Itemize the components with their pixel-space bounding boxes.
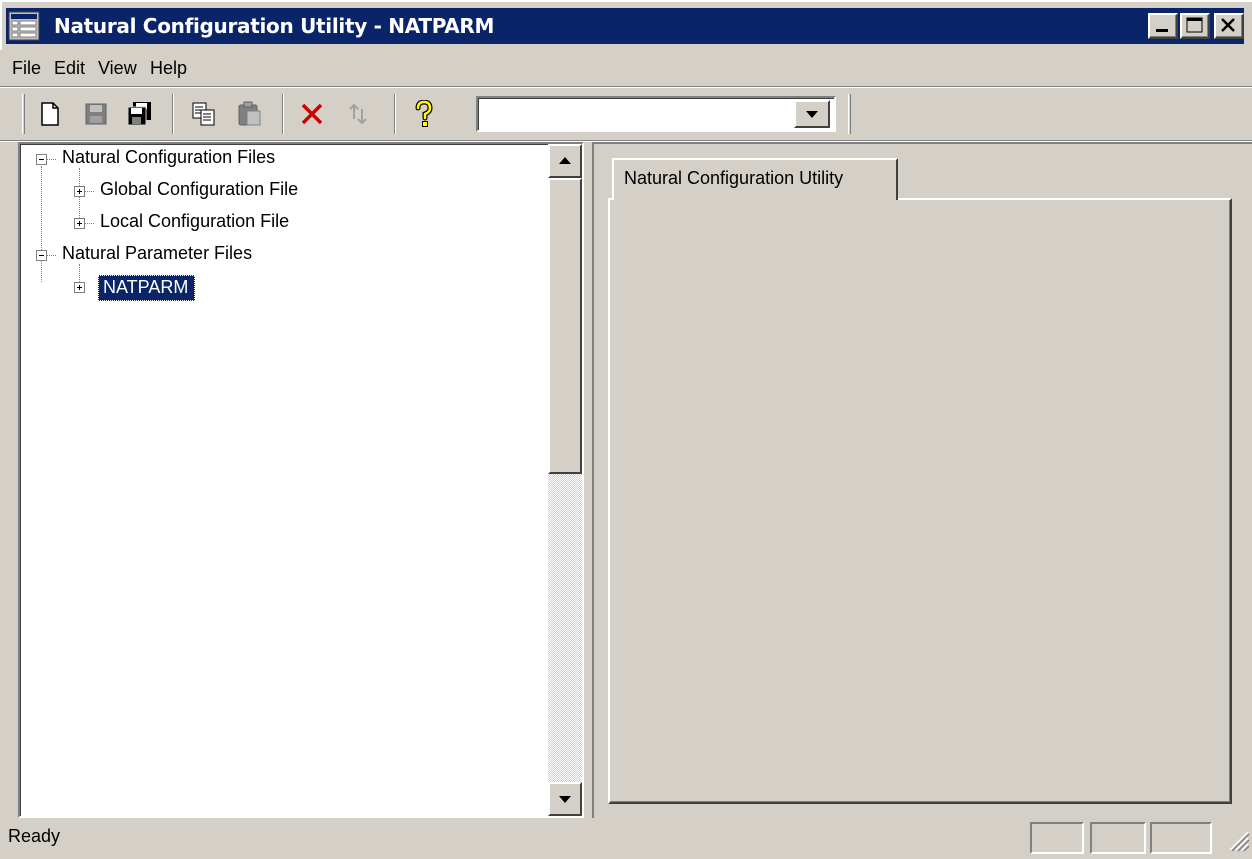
tree-node-natural-configuration-files[interactable]: Natural Configuration Files — [60, 147, 277, 168]
tab-content — [608, 198, 1232, 804]
collapse-toggle[interactable] — [36, 250, 47, 261]
tree-vertical-scrollbar[interactable] — [548, 144, 582, 816]
paste-button[interactable] — [232, 96, 268, 132]
tree-line — [41, 166, 43, 282]
tree-line — [46, 255, 56, 257]
help-button[interactable] — [406, 96, 442, 132]
toolbar-separator — [172, 94, 174, 134]
expand-toggle[interactable] — [74, 218, 85, 229]
tree-line — [46, 159, 56, 161]
arrow-up-icon — [559, 157, 571, 164]
save-icon — [85, 103, 107, 125]
scroll-up-button[interactable] — [548, 144, 582, 178]
refresh-icon — [349, 103, 367, 125]
arrow-down-icon — [559, 796, 571, 803]
tree-node-natural-parameter-files[interactable]: Natural Parameter Files — [60, 243, 254, 264]
menu-view[interactable]: View — [98, 58, 137, 79]
status-panel — [1090, 822, 1146, 854]
maximize-icon — [1186, 17, 1203, 33]
toolbar-grip[interactable] — [22, 94, 25, 134]
menu-file[interactable]: File — [12, 58, 41, 79]
save-all-button[interactable] — [122, 96, 158, 132]
menu-help[interactable]: Help — [150, 58, 187, 79]
tree-node-global-configuration-file[interactable]: Global Configuration File — [98, 179, 300, 200]
delete-icon — [301, 103, 323, 125]
combo-dropdown-button[interactable] — [794, 100, 830, 128]
new-icon — [41, 102, 59, 126]
tree-view[interactable]: Natural Configuration Files Global Confi… — [18, 142, 584, 818]
toolbar-separator — [394, 94, 396, 134]
expand-toggle[interactable] — [74, 282, 85, 293]
scroll-thumb[interactable] — [548, 178, 582, 474]
delete-button[interactable] — [294, 96, 330, 132]
collapse-toggle[interactable] — [36, 154, 47, 165]
copy-button[interactable] — [186, 96, 222, 132]
save-button[interactable] — [78, 96, 114, 132]
toolbar-grip[interactable] — [848, 94, 851, 134]
resize-grip-icon[interactable] — [1224, 826, 1250, 854]
help-icon — [415, 100, 433, 127]
tree-node-natparm[interactable]: NATPARM — [98, 275, 196, 301]
minimize-icon — [1156, 29, 1168, 32]
toolbar-separator — [282, 94, 284, 134]
window-title: Natural Configuration Utility - NATPARM — [54, 14, 495, 38]
tab-label: Natural Configuration Utility — [624, 168, 844, 188]
status-panel — [1150, 822, 1212, 854]
save-all-icon — [127, 102, 151, 126]
parameter-combo[interactable] — [476, 96, 836, 132]
close-icon — [1221, 18, 1235, 32]
refresh-button[interactable] — [340, 96, 376, 132]
tree-node-local-configuration-file[interactable]: Local Configuration File — [98, 211, 291, 232]
tree-line — [84, 223, 94, 225]
copy-icon — [192, 102, 215, 126]
menu-separator — [0, 86, 1252, 88]
app-icon[interactable] — [8, 10, 42, 42]
paste-icon — [238, 101, 261, 126]
minimize-button[interactable] — [1148, 13, 1178, 39]
expand-toggle[interactable] — [74, 186, 85, 197]
scroll-down-button[interactable] — [548, 782, 582, 816]
close-button[interactable] — [1214, 13, 1244, 39]
menu-bar — [0, 50, 1252, 86]
menu-edit[interactable]: Edit — [54, 58, 85, 79]
chevron-down-icon — [806, 111, 818, 118]
maximize-button[interactable] — [1180, 13, 1210, 39]
tree-line — [84, 191, 94, 193]
new-button[interactable] — [32, 96, 68, 132]
status-panel — [1030, 822, 1084, 854]
status-text: Ready — [8, 826, 61, 846]
